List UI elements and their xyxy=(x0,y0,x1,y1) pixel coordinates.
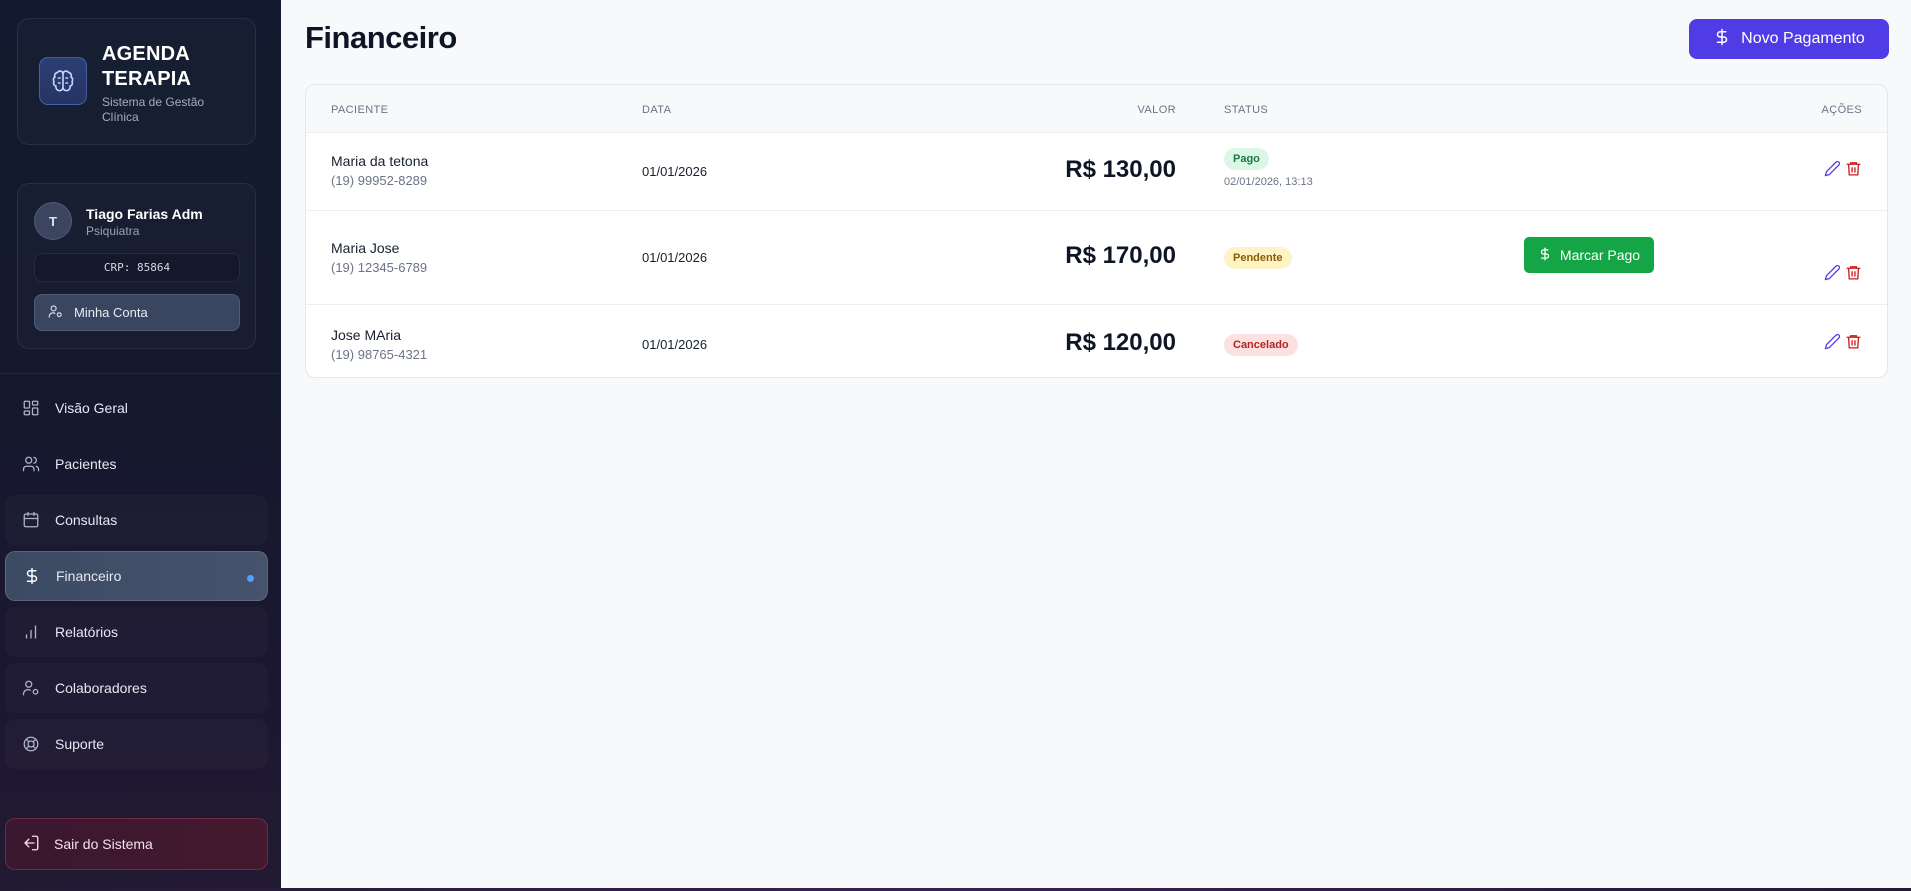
patient-phone: (19) 98765-4321 xyxy=(331,347,428,362)
edit-icon[interactable] xyxy=(1823,332,1841,350)
logout-icon xyxy=(22,834,40,855)
calendar-icon xyxy=(21,510,41,530)
column-header-patient: PACIENTE xyxy=(331,104,389,116)
user-role: Psiquiatra xyxy=(86,224,140,238)
payment-date: 01/01/2026 xyxy=(642,250,708,265)
sidebar-item-label: Consultas xyxy=(55,512,118,528)
status-badge: Pendente xyxy=(1224,247,1292,269)
row-actions xyxy=(1823,332,1862,350)
sidebar-item-financeiro[interactable]: Financeiro xyxy=(5,551,268,601)
column-header-value: VALOR xyxy=(1137,104,1176,116)
column-header-actions: AÇÕES xyxy=(1821,104,1862,116)
brand-subtitle: Sistema de Gestão Clínica xyxy=(102,95,205,124)
patient-name: Jose MAria xyxy=(331,327,402,343)
sidebar-item-pacientes[interactable]: Pacientes xyxy=(5,439,268,489)
sidebar-item-consultas[interactable]: Consultas xyxy=(5,495,268,545)
status-badge: Cancelado xyxy=(1224,334,1298,356)
table-row: Maria da tetona (19) 99952-8289 01/01/20… xyxy=(306,133,1887,211)
payments-table: PACIENTE DATA VALOR STATUS AÇÕES Maria d… xyxy=(305,84,1888,378)
active-indicator-dot xyxy=(247,575,254,582)
sidebar-item-label: Colaboradores xyxy=(55,680,147,696)
sidebar: AGENDA TERAPIA Sistema de Gestão Clínica… xyxy=(0,0,281,888)
user-settings-icon xyxy=(48,304,63,322)
status-badge: Pago xyxy=(1224,148,1269,170)
table-row: Jose MAria (19) 98765-4321 01/01/2026 R$… xyxy=(306,305,1887,377)
user-name: Tiago Farias Adm xyxy=(86,206,203,222)
brand-card: AGENDA TERAPIA Sistema de Gestão Clínica xyxy=(17,18,256,145)
patient-phone: (19) 99952-8289 xyxy=(331,173,428,188)
page-title: Financeiro xyxy=(305,20,457,55)
sidebar-item-visao-geral[interactable]: Visão Geral xyxy=(5,383,268,433)
paid-at-timestamp: 02/01/2026, 13:13 xyxy=(1224,176,1313,188)
trash-icon[interactable] xyxy=(1844,332,1862,350)
trash-icon[interactable] xyxy=(1844,159,1862,177)
brand-title: AGENDA TERAPIA xyxy=(102,43,192,90)
dollar-icon xyxy=(1538,247,1552,264)
table-header: PACIENTE DATA VALOR STATUS AÇÕES xyxy=(306,85,1887,133)
dollar-icon xyxy=(1713,28,1731,51)
sidebar-item-label: Pacientes xyxy=(55,456,117,472)
row-actions xyxy=(1823,263,1862,281)
sidebar-item-label: Financeiro xyxy=(56,568,122,584)
patient-name: Maria da tetona xyxy=(331,153,429,169)
new-payment-label: Novo Pagamento xyxy=(1741,30,1865,47)
user-card: T Tiago Farias Adm Psiquiatra CRP: 85864… xyxy=(17,183,256,349)
payment-value: R$ 170,00 xyxy=(1065,242,1176,269)
dollar-icon xyxy=(22,566,42,586)
sidebar-nav: Visão Geral Pacientes Consultas Financei… xyxy=(5,383,268,775)
sidebar-item-suporte[interactable]: Suporte xyxy=(5,719,268,769)
patient-name: Maria Jose xyxy=(331,240,400,256)
sidebar-item-label: Visão Geral xyxy=(55,400,128,416)
bar-chart-icon xyxy=(21,622,41,642)
sidebar-item-relatorios[interactable]: Relatórios xyxy=(5,607,268,657)
payment-date: 01/01/2026 xyxy=(642,337,708,352)
edit-icon[interactable] xyxy=(1823,263,1841,281)
user-cog-icon xyxy=(21,678,41,698)
grid-icon xyxy=(21,398,41,418)
sidebar-divider xyxy=(0,373,281,374)
lifebuoy-icon xyxy=(21,734,41,754)
column-header-date: DATA xyxy=(642,104,672,116)
my-account-button[interactable]: Minha Conta xyxy=(34,294,240,331)
payment-value: R$ 120,00 xyxy=(1065,329,1176,356)
logout-button[interactable]: Sair do Sistema xyxy=(5,818,268,870)
sidebar-item-label: Relatórios xyxy=(55,624,119,640)
payment-value: R$ 130,00 xyxy=(1065,156,1176,183)
mark-paid-label: Marcar Pago xyxy=(1559,247,1641,263)
row-actions xyxy=(1823,159,1862,177)
new-payment-button[interactable]: Novo Pagamento xyxy=(1689,19,1889,59)
edit-icon[interactable] xyxy=(1823,159,1841,177)
crp-badge: CRP: 85864 xyxy=(34,253,240,282)
users-icon xyxy=(21,454,41,474)
brain-icon xyxy=(39,57,87,105)
trash-icon[interactable] xyxy=(1844,263,1862,281)
sidebar-item-colaboradores[interactable]: Colaboradores xyxy=(5,663,268,713)
patient-phone: (19) 12345-6789 xyxy=(331,260,428,275)
column-header-status: STATUS xyxy=(1224,104,1269,116)
mark-paid-button[interactable]: Marcar Pago xyxy=(1524,237,1654,273)
avatar: T xyxy=(34,202,72,240)
my-account-label: Minha Conta xyxy=(74,305,148,320)
payment-date: 01/01/2026 xyxy=(642,164,708,179)
table-row: Maria Jose (19) 12345-6789 01/01/2026 R$… xyxy=(306,211,1887,305)
logout-label: Sair do Sistema xyxy=(54,836,153,852)
sidebar-item-label: Suporte xyxy=(55,736,105,752)
main-content: Financeiro Novo Pagamento PACIENTE DATA … xyxy=(281,0,1911,888)
